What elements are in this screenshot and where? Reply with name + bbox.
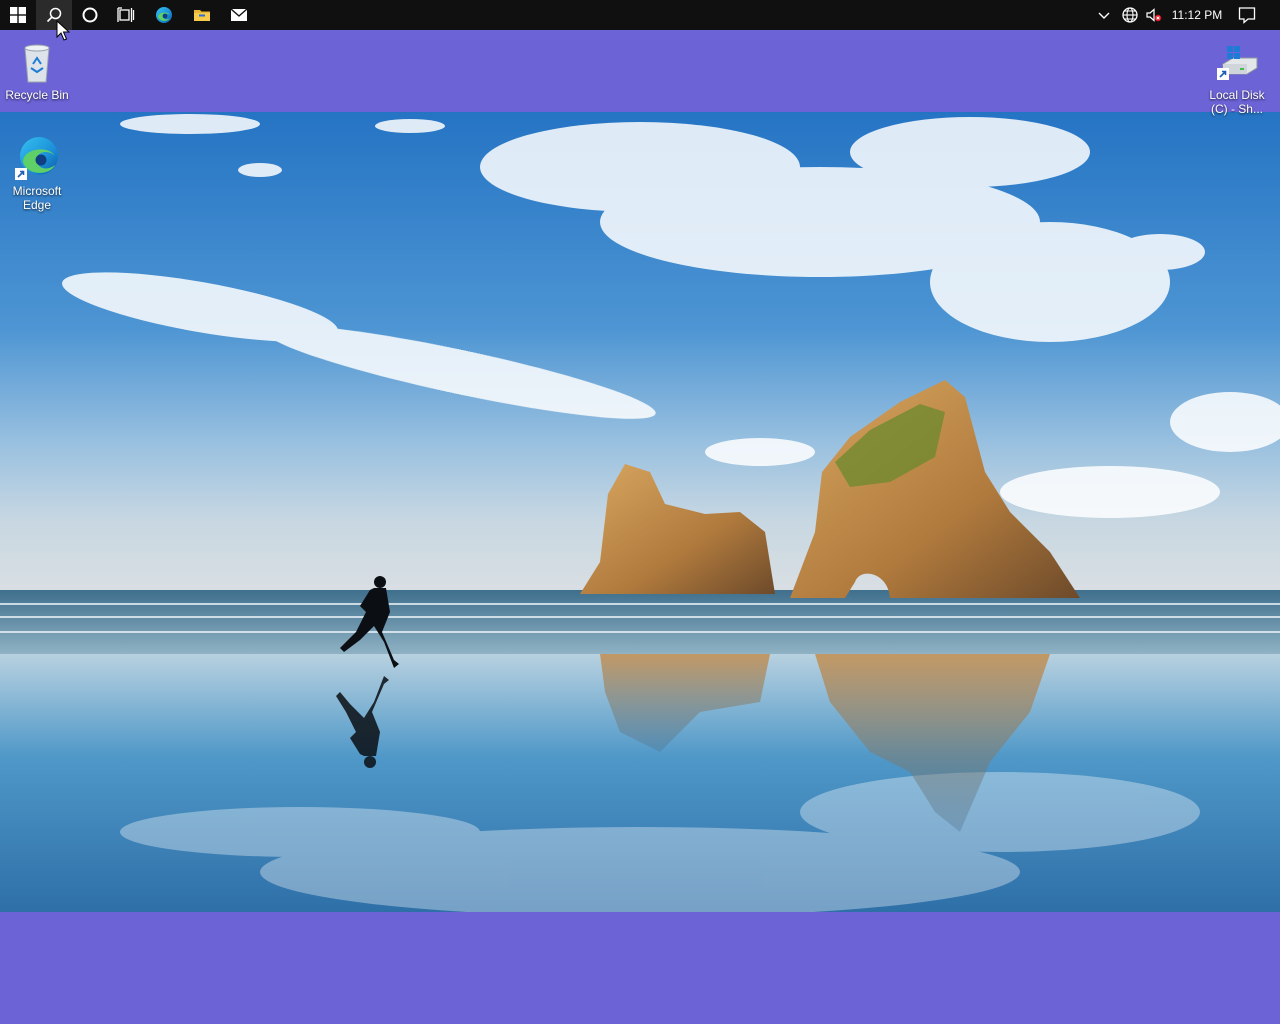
windows-logo-icon [10,7,26,23]
desktop-icon-local-disk[interactable]: Local Disk (C) - Sh... [1200,38,1274,116]
recycle-bin-icon [13,38,61,86]
desktop-icon-recycle-bin[interactable]: Recycle Bin [0,38,74,102]
desktop-icon-label: Local Disk (C) - Sh... [1209,88,1265,116]
tray-overflow-button[interactable] [1097,0,1111,30]
mail-icon [230,8,248,21]
mouse-cursor-icon [56,20,70,41]
taskbar-clock[interactable]: 11:12 PM [1166,0,1228,30]
desktop-icon-label: Microsoft Edge [12,184,62,212]
action-center-icon [1238,7,1256,24]
edge-icon [13,134,61,182]
volume-button[interactable] [1145,0,1163,30]
desktop-wallpaper [0,112,1280,912]
desktop-icon-microsoft-edge[interactable]: Microsoft Edge [0,134,74,212]
task-view-button[interactable] [108,0,144,30]
start-button[interactable] [0,0,36,30]
taskbar-file-explorer-button[interactable] [184,0,220,30]
drive-icon [1213,38,1261,86]
cortana-circle-icon [82,7,98,23]
taskbar-mail-button[interactable] [221,0,257,30]
action-center-button[interactable] [1238,0,1256,30]
network-globe-icon [1122,7,1138,23]
task-view-icon [117,7,135,22]
volume-muted-icon [1146,8,1162,22]
desktop-icon-label: Recycle Bin [5,88,69,102]
network-button[interactable] [1121,0,1139,30]
chevron-up-icon [1098,12,1110,19]
cortana-button[interactable] [72,0,108,30]
taskbar-edge-button[interactable] [146,0,182,30]
desktop[interactable]: Recycle Bin Microsoft Edge Local Disk (C… [0,30,1280,1024]
taskbar: 11:12 PM [0,0,1280,30]
edge-icon [156,7,172,23]
folder-icon [194,10,210,21]
